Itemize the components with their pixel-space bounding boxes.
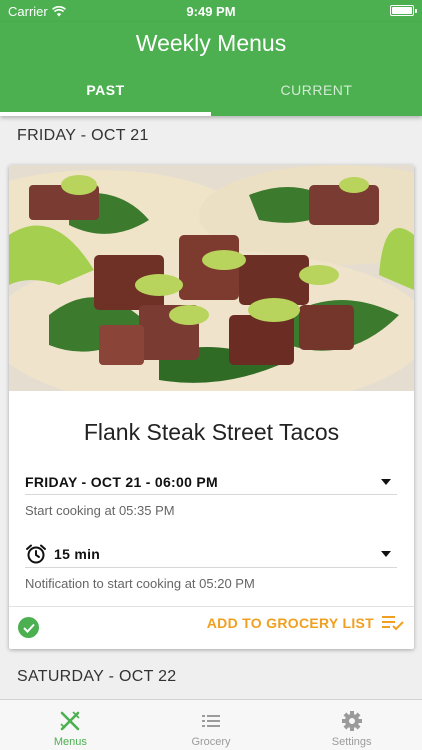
meal-card: Flank Steak Street Tacos FRIDAY - OCT 21… — [9, 165, 414, 649]
fork-knife-icon — [60, 711, 80, 731]
list-icon — [202, 715, 220, 727]
battery-icon — [390, 5, 417, 16]
schedule-value: FRIDAY - OCT 21 - 06:00 PM — [25, 473, 218, 490]
add-to-grocery-list-button[interactable]: ADD TO GROCERY LIST — [207, 615, 404, 631]
reminder-dropdown[interactable]: 15 min — [25, 540, 397, 568]
nav-menus[interactable]: Menus — [0, 700, 141, 750]
tab-past[interactable]: PAST — [0, 64, 211, 116]
dish-photo — [9, 165, 414, 391]
section-header-friday: FRIDAY - OCT 21 — [17, 127, 149, 144]
reminder-value: 15 min — [54, 545, 101, 562]
reminder-hint: Notification to start cooking at 05:20 P… — [25, 576, 255, 591]
gear-icon — [341, 711, 362, 731]
check-icon — [22, 623, 35, 633]
app-bar: Weekly Menus PAST CURRENT — [0, 22, 422, 116]
grocery-button-label: ADD TO GROCERY LIST — [206, 615, 374, 631]
status-bar: Carrier 9:49 PM — [0, 0, 422, 22]
alarm-clock-icon — [26, 544, 46, 563]
nav-settings[interactable]: Settings — [281, 700, 422, 750]
tab-bar: PAST CURRENT — [0, 64, 422, 116]
page-title: Weekly Menus — [135, 30, 287, 56]
schedule-hint: Start cooking at 05:35 PM — [25, 503, 175, 518]
chevron-down-icon — [381, 550, 391, 557]
chevron-down-icon — [381, 478, 391, 485]
schedule-dropdown[interactable]: FRIDAY - OCT 21 - 06:00 PM — [25, 469, 397, 495]
card-divider — [9, 606, 414, 607]
tab-current[interactable]: CURRENT — [211, 64, 422, 116]
check-circle-icon[interactable] — [18, 617, 39, 638]
bottom-nav: Menus Grocery Settings — [0, 699, 422, 750]
nav-grocery[interactable]: Grocery — [141, 700, 282, 750]
dish-title: Flank Steak Street Tacos — [83, 419, 340, 445]
section-header-saturday: SATURDAY - OCT 22 — [17, 668, 177, 685]
status-time: 9:49 PM — [186, 4, 236, 19]
playlist-add-check-icon — [382, 616, 404, 631]
